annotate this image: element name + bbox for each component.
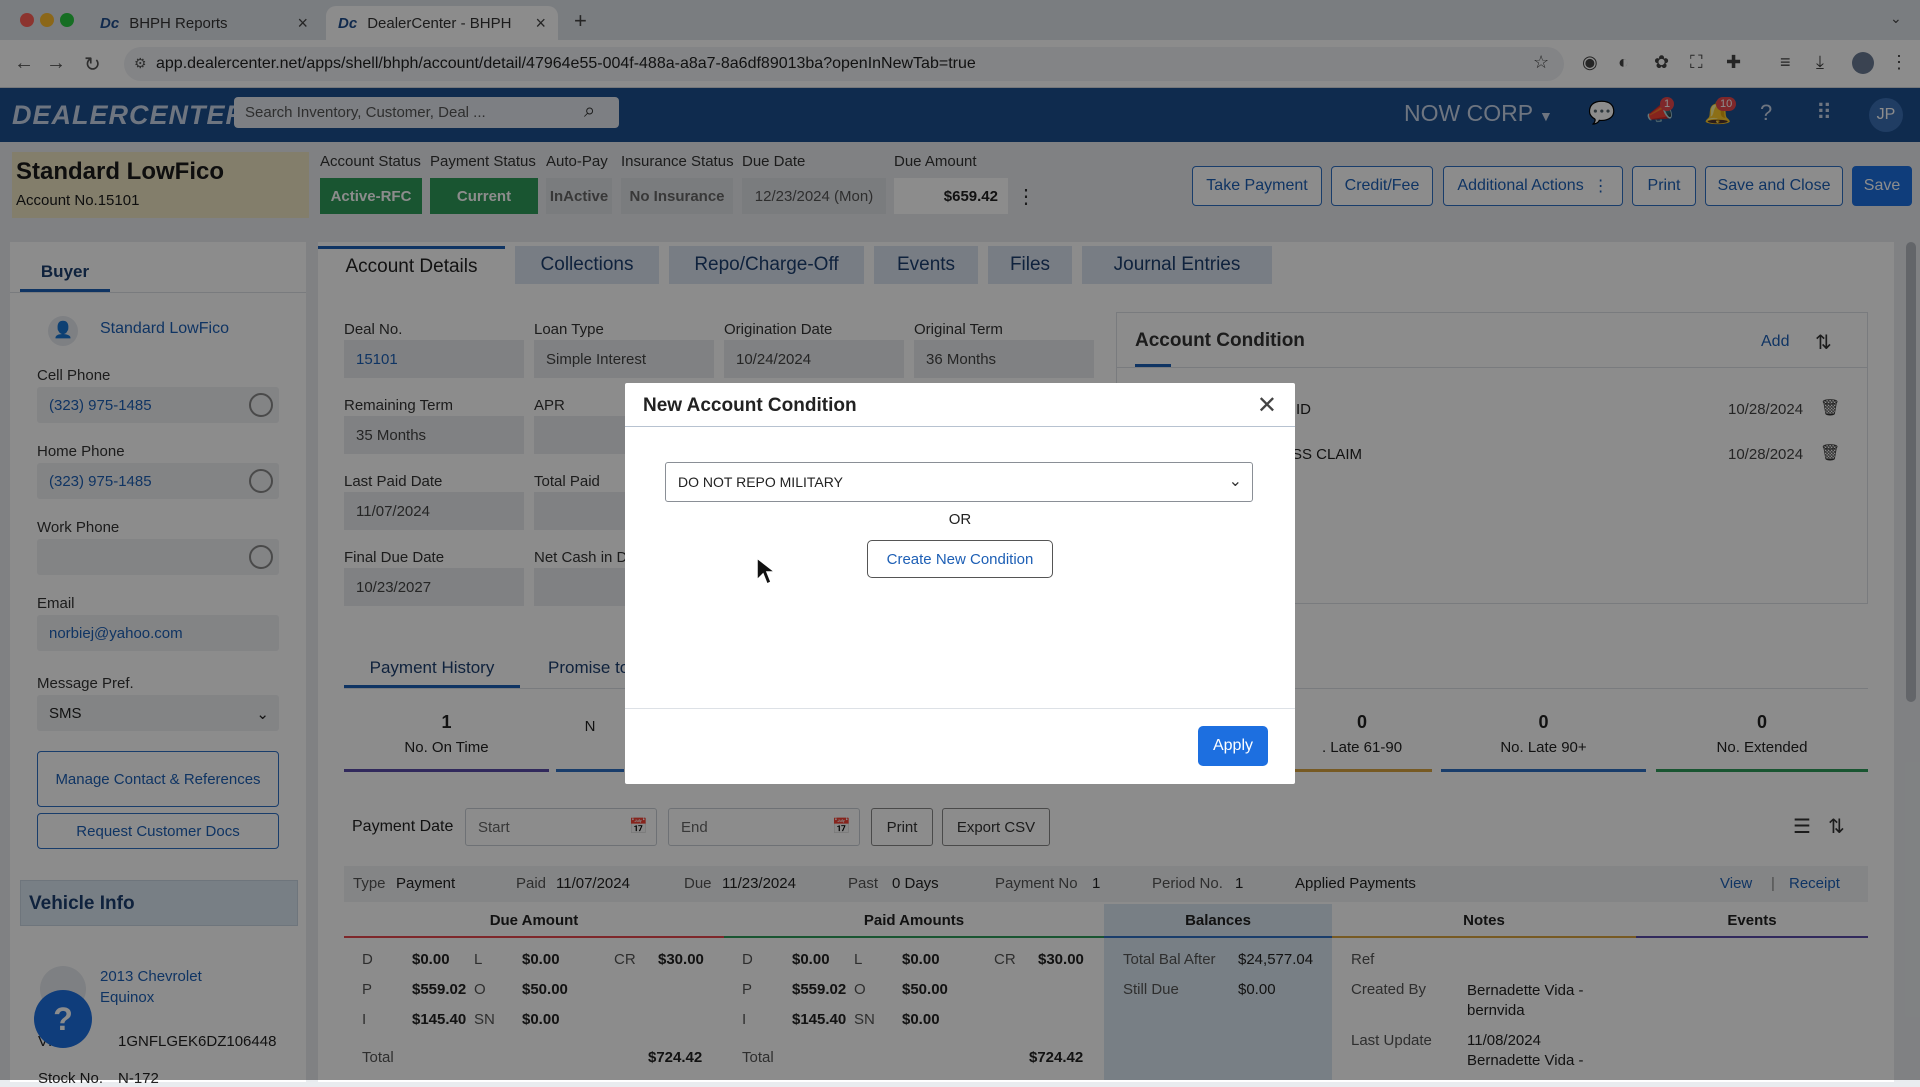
condition-select-value: DO NOT REPO MILITARY	[678, 474, 843, 490]
close-icon[interactable]: ✕	[1257, 391, 1277, 420]
new-account-condition-dialog: New Account Condition ✕ DO NOT REPO MILI…	[625, 383, 1295, 784]
dialog-title: New Account Condition	[643, 395, 857, 416]
apply-button[interactable]: Apply	[1198, 726, 1268, 766]
chevron-down-icon: ⌄	[1228, 473, 1242, 490]
or-separator: OR	[948, 511, 972, 528]
dialog-footer-divider	[625, 708, 1295, 709]
mouse-cursor-icon	[756, 556, 775, 586]
create-new-condition-button[interactable]: Create New Condition	[867, 540, 1053, 578]
condition-select[interactable]: DO NOT REPO MILITARY ⌄	[665, 462, 1253, 502]
